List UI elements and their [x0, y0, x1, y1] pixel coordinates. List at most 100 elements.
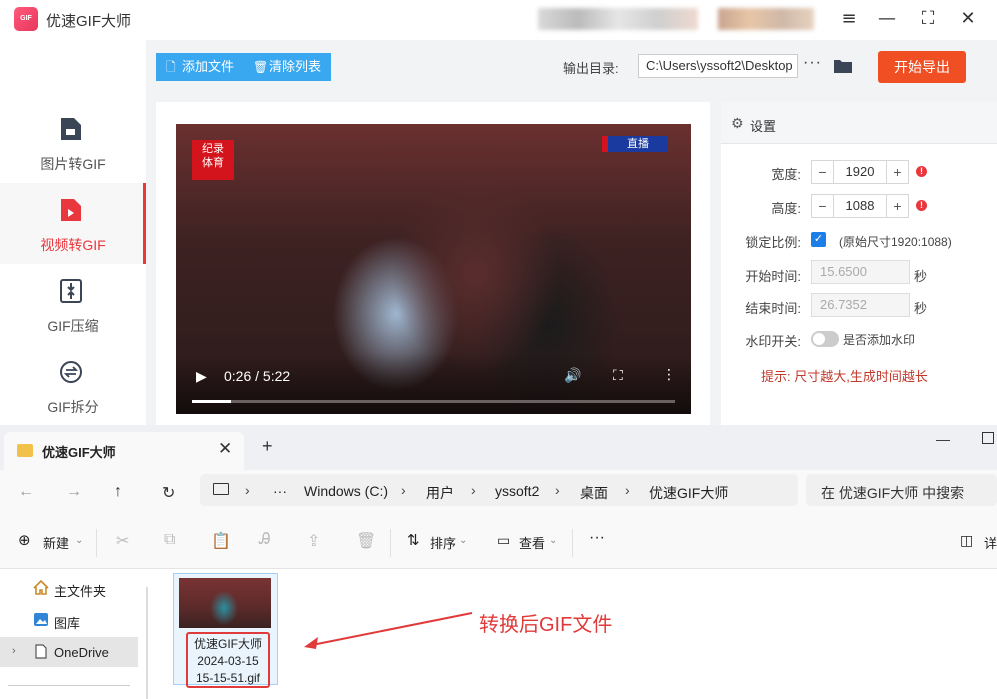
copy-icon[interactable]: ⧉: [164, 531, 175, 549]
file-name-line: 2024-03-15: [197, 654, 259, 668]
annotation-text: 转换后GIF文件: [479, 614, 613, 636]
chevron-right-icon: ›: [625, 482, 630, 498]
pane-splitter[interactable]: [146, 587, 148, 699]
delete-icon[interactable]: 🗑: [356, 531, 376, 551]
height-input[interactable]: 1088: [834, 195, 886, 217]
gif-file-item[interactable]: 优速GIF大师 2024-03-15 15-15-51.gif: [173, 573, 278, 688]
chevron-down-icon: ⌄: [75, 535, 84, 546]
tab-close-icon[interactable]: ✕: [218, 439, 232, 459]
file-name-line: 15-15-51.gif: [195, 671, 261, 685]
sidebar-item-label: 视频转GIF: [40, 237, 106, 253]
sidebar-item-gif-compress[interactable]: GIF压缩: [0, 264, 146, 345]
paste-icon[interactable]: 📋: [211, 531, 231, 551]
gif-master-window: GIF 优速GIF大师 ≡ — ⛶ ✕ 图片转GIF 视频转GIF GIF压缩 …: [0, 0, 997, 430]
image-file-icon: [61, 118, 81, 140]
main-toolbar: 🗋 添加文件 🗑 清除列表 输出目录: C:\Users\yssoft2\Des…: [146, 40, 997, 92]
breadcrumb-item[interactable]: 用户: [426, 483, 454, 503]
details-button[interactable]: 详: [984, 533, 997, 552]
onedrive-icon: [35, 644, 47, 659]
width-increment-button[interactable]: +: [886, 161, 908, 183]
menu-icon[interactable]: ≡: [836, 6, 862, 32]
clear-list-button[interactable]: 清除列表: [269, 53, 321, 81]
new-button[interactable]: 新建: [43, 533, 69, 552]
height-warning-icon: !: [916, 200, 927, 211]
view-button[interactable]: 查看: [519, 533, 545, 552]
output-dir-input[interactable]: C:\Users\yssoft2\Desktop: [638, 54, 798, 78]
height-increment-button[interactable]: +: [886, 195, 908, 217]
start-time-input[interactable]: 15.6500: [811, 260, 910, 284]
trash-icon: 🗑: [253, 60, 269, 74]
explorer-tabbar: 优速GIF大师 ✕ + —: [0, 425, 997, 470]
chevron-right-icon: ›: [555, 482, 560, 498]
search-input[interactable]: 在 优速GIF大师 中搜索: [806, 474, 997, 506]
sidebar-item-video-to-gif[interactable]: 视频转GIF: [0, 183, 146, 264]
width-input[interactable]: 1920: [834, 161, 886, 183]
back-icon[interactable]: ←: [18, 483, 34, 501]
expand-chevron-icon[interactable]: ›: [12, 645, 16, 657]
chevron-right-icon: ›: [401, 482, 406, 498]
blurred-avatar: [718, 8, 814, 30]
nav-item-gallery[interactable]: 图库: [0, 605, 138, 635]
sort-button[interactable]: 排序: [430, 533, 456, 552]
video-time: 0:26 / 5:22: [224, 368, 291, 384]
maximize-icon[interactable]: [982, 432, 994, 444]
more-commands-button[interactable]: ···: [589, 529, 605, 547]
sidebar-item-image-to-gif[interactable]: 图片转GIF: [0, 102, 146, 183]
fullscreen-icon[interactable]: ⛶: [613, 367, 623, 384]
explorer-tab[interactable]: 优速GIF大师 ✕: [4, 432, 244, 470]
forward-icon[interactable]: →: [66, 483, 82, 501]
settings-panel: ⚙ 设置 宽度: − 1920 + ! 高度: − 1088 + ! 锁定比例:…: [721, 102, 997, 430]
share-icon[interactable]: ⇪: [307, 531, 320, 551]
volume-icon[interactable]: 🔊: [564, 367, 581, 384]
play-icon[interactable]: ▶: [196, 368, 207, 385]
maximize-icon[interactable]: ⛶: [915, 6, 941, 32]
sidebar-item-gif-split[interactable]: GIF拆分: [0, 345, 146, 426]
command-bar: ⊕ 新建 ⌄ ✂ ⧉ 📋 Ꭿ ⇪ 🗑 ⇅ 排序 ⌄ ▭ 查看 ⌄ ··· ◫ 详: [0, 517, 997, 569]
height-decrement-button[interactable]: −: [812, 195, 834, 217]
close-icon[interactable]: ✕: [955, 6, 981, 32]
watermark-toggle[interactable]: [811, 331, 839, 347]
divider: [8, 685, 130, 686]
end-time-input[interactable]: 26.7352: [811, 293, 910, 317]
chevron-right-icon: ›: [471, 482, 476, 498]
more-options-button[interactable]: ···: [803, 54, 822, 72]
nav-item-home[interactable]: 主文件夹: [0, 573, 138, 603]
more-crumbs-icon[interactable]: ···: [273, 483, 287, 499]
add-file-icon: 🗋: [166, 60, 176, 74]
refresh-icon[interactable]: ↻: [162, 483, 175, 503]
height-stepper[interactable]: − 1088 +: [811, 194, 909, 218]
breadcrumb-item[interactable]: 桌面: [580, 483, 608, 503]
address-bar-row: ← → ↑ ↻ › ··· Windows (C:) › 用户 › yssoft…: [0, 470, 997, 517]
compress-icon: [60, 279, 82, 303]
minimize-icon[interactable]: —: [936, 431, 950, 447]
start-time-unit: 秒: [914, 269, 928, 284]
width-decrement-button[interactable]: −: [812, 161, 834, 183]
watermark-label: 水印开关:: [745, 334, 801, 349]
video-file-icon: [61, 199, 81, 221]
start-export-button[interactable]: 开始导出: [878, 51, 966, 83]
address-bar[interactable]: › ··· Windows (C:) › 用户 › yssoft2 › 桌面 ›…: [200, 474, 798, 506]
video-more-icon[interactable]: ⋮: [662, 366, 676, 383]
live-badge: 直播: [602, 136, 668, 152]
breadcrumb-item[interactable]: Windows (C:): [304, 483, 388, 499]
rename-icon[interactable]: Ꭿ: [259, 531, 271, 549]
view-icon: ▭: [497, 532, 511, 548]
lock-ratio-label: 锁定比例:: [745, 235, 801, 250]
folder-icon[interactable]: [833, 58, 853, 74]
settings-title: 设置: [750, 119, 777, 134]
lock-ratio-checkbox[interactable]: ✓: [811, 232, 826, 247]
add-file-button[interactable]: 添加文件: [182, 53, 234, 81]
nav-item-onedrive[interactable]: › OneDrive: [0, 637, 138, 667]
breadcrumb-item[interactable]: yssoft2: [495, 483, 539, 499]
minimize-icon[interactable]: —: [874, 6, 900, 32]
sort-icon: ⇅: [407, 532, 420, 549]
divider: [390, 529, 391, 557]
video-progress-bar[interactable]: [192, 400, 675, 403]
breadcrumb-item[interactable]: 优速GIF大师: [649, 483, 728, 503]
output-dir-label: 输出目录:: [563, 61, 619, 76]
width-stepper[interactable]: − 1920 +: [811, 160, 909, 184]
cut-icon[interactable]: ✂: [116, 531, 129, 551]
up-icon[interactable]: ↑: [114, 483, 122, 501]
new-tab-icon[interactable]: +: [262, 436, 273, 457]
video-player[interactable]: 纪录 体育 直播 ▶ 0:26 / 5:22 🔊 ⛶ ⋮: [176, 124, 691, 414]
